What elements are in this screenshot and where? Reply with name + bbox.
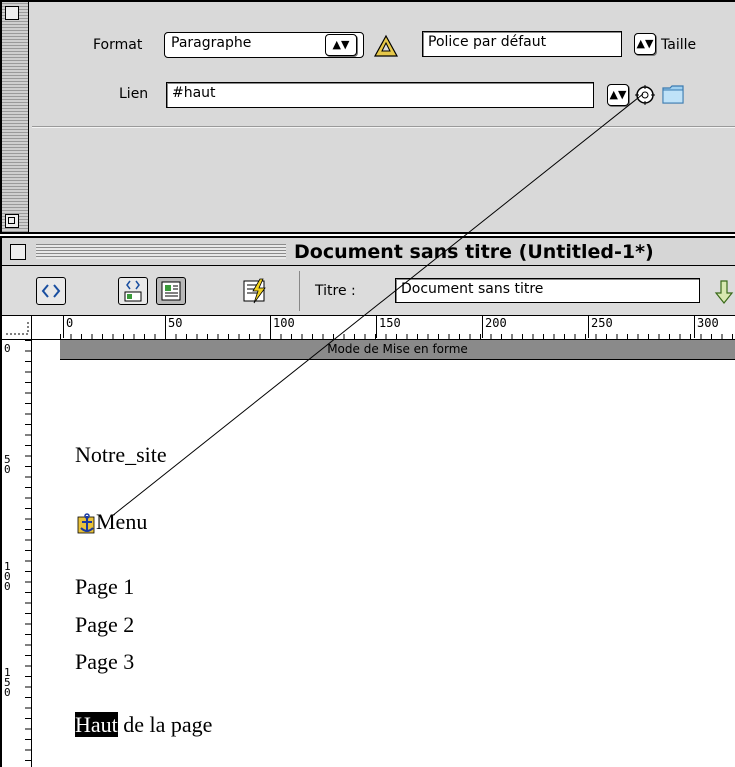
- point-to-file-line: [111, 93, 644, 517]
